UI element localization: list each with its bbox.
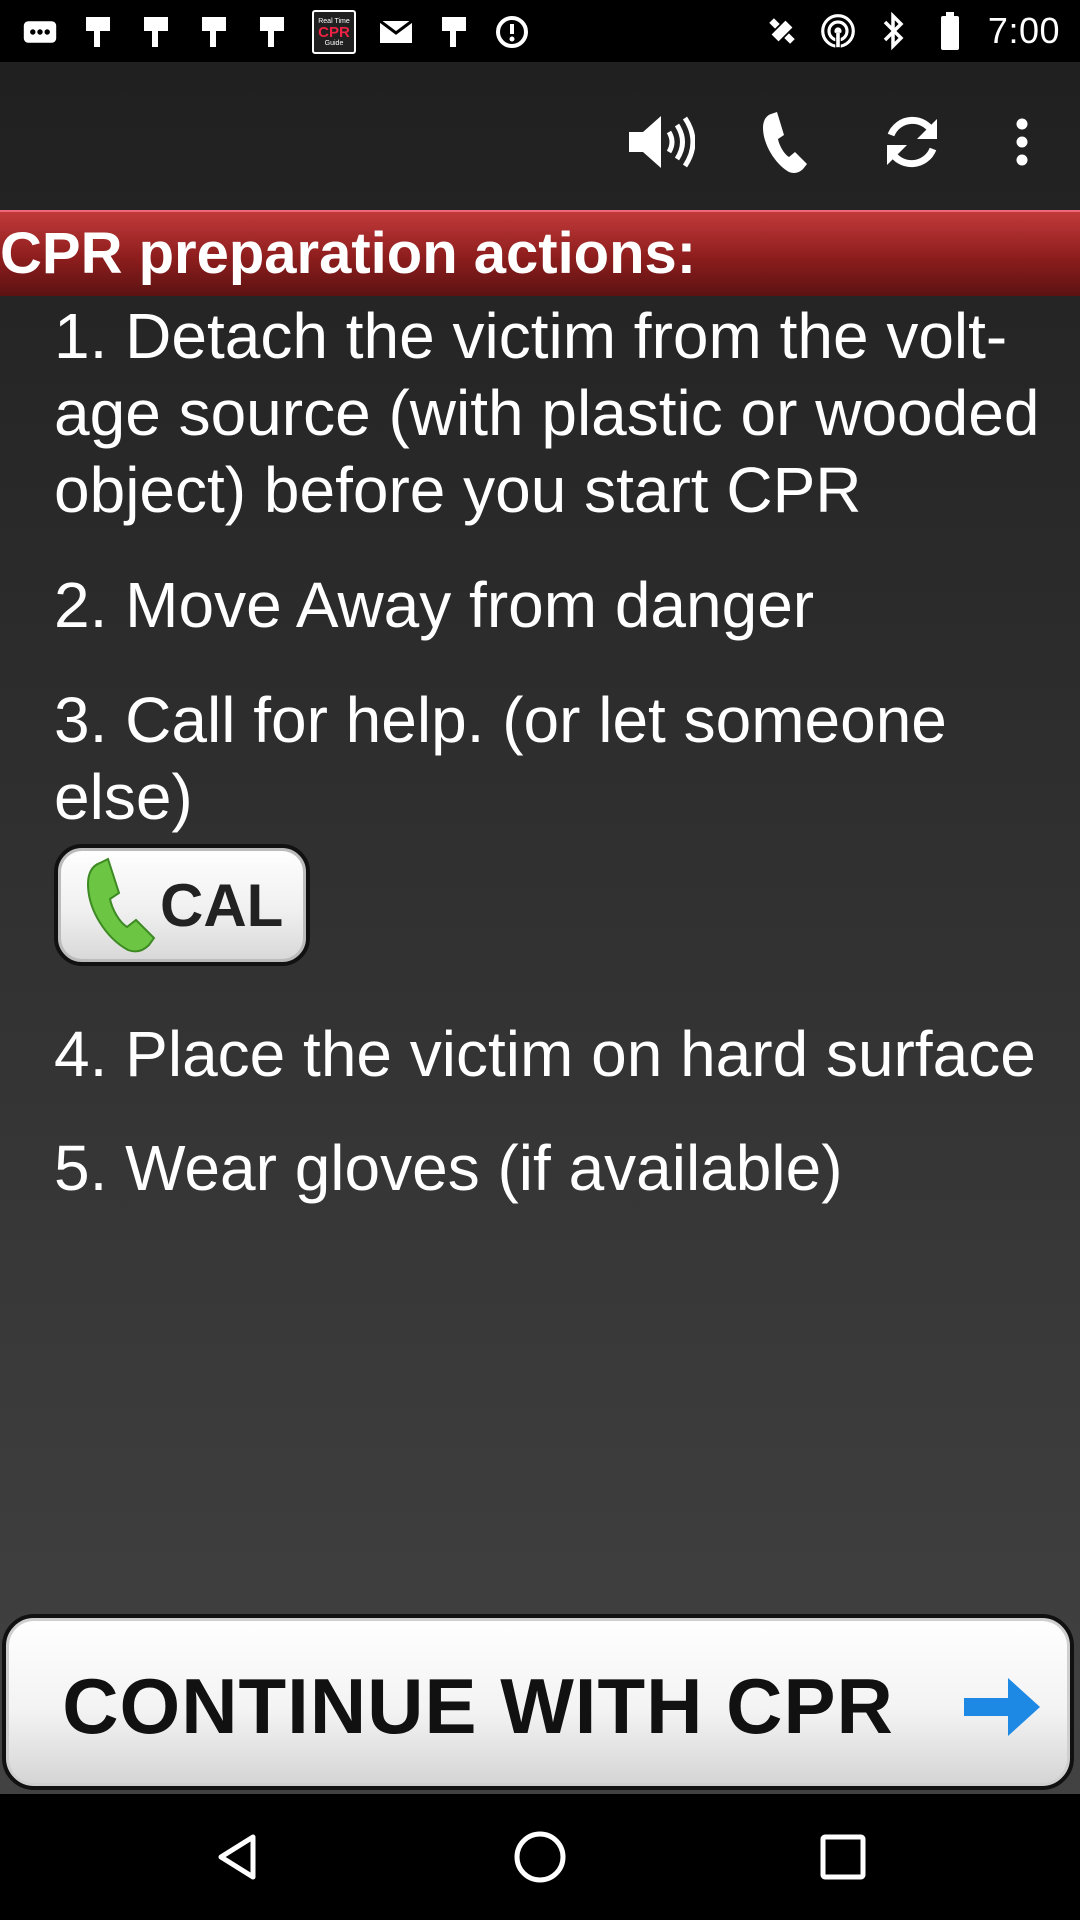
- step-3: 3. Call for help. (or let someone else): [54, 682, 947, 836]
- battery-icon: [932, 12, 968, 50]
- step-4-line-1: 4. Place the victim on hard surface: [54, 1018, 1036, 1090]
- cpr-app-icon-bottom: Guide: [324, 39, 344, 47]
- notification-icon: [80, 14, 116, 50]
- status-bar: Real Time CPR Guide 7:00: [0, 0, 1080, 62]
- green-phone-icon: [76, 855, 166, 955]
- sync-icon: [494, 14, 530, 50]
- call-button-label: CAL: [160, 871, 284, 939]
- page-title: CPR preparation actions:: [0, 221, 697, 286]
- step-1-line-2: age source (with plastic or wooded: [54, 377, 1040, 449]
- app-content: CPR preparation actions: 1. Detach the v…: [0, 62, 1080, 1794]
- step-5: 5. Wear gloves (if available): [54, 1130, 843, 1207]
- continue-button-label: CONTINUE WITH CPR: [62, 1662, 894, 1750]
- email-icon: [378, 14, 414, 50]
- step-3-line-2: else): [54, 761, 193, 833]
- home-icon: [514, 1831, 566, 1883]
- home-button[interactable]: [500, 1817, 580, 1897]
- step-1-line-3: object) before you start CPR: [54, 454, 862, 526]
- recents-button[interactable]: [803, 1817, 883, 1897]
- step-5-line-1: 5. Wear gloves (if available): [54, 1132, 843, 1204]
- notification-icon: [138, 14, 174, 50]
- notification-icon: [436, 14, 472, 50]
- clock: 7:00: [987, 10, 1060, 51]
- bluetooth-icon: [876, 11, 912, 51]
- call-button[interactable]: CAL: [54, 844, 310, 966]
- cpr-app-icon: Real Time CPR Guide: [312, 10, 356, 54]
- recents-icon: [820, 1834, 866, 1880]
- step-1: 1. Detach the victim from the volt- age …: [54, 298, 1039, 529]
- refresh-icon: [887, 116, 937, 168]
- continue-with-cpr-button[interactable]: CONTINUE WITH CPR: [2, 1614, 1074, 1790]
- notification-icon: [196, 14, 232, 50]
- more-options-button[interactable]: [982, 102, 1062, 182]
- step-3-line-1: 3. Call for help. (or let someone: [54, 684, 947, 756]
- hotspot-icon: [820, 13, 856, 49]
- phone-icon: [763, 112, 807, 173]
- message-icon: [22, 14, 58, 50]
- arrow-right-icon: [964, 1678, 1040, 1736]
- step-1-line-1: 1. Detach the victim from the volt-: [54, 300, 1008, 372]
- speaker-button[interactable]: [620, 102, 700, 182]
- status-left-icons: Real Time CPR Guide: [22, 10, 530, 54]
- navigation-bar: [0, 1794, 1080, 1920]
- more-options-icon: [1016, 118, 1028, 166]
- step-2-line-1: 2. Move Away from danger: [54, 569, 815, 641]
- phone-button[interactable]: [746, 102, 826, 182]
- refresh-button[interactable]: [872, 102, 952, 182]
- toolbar: [0, 62, 1080, 210]
- status-right-icons: 7:00: [764, 8, 1060, 54]
- step-2: 2. Move Away from danger: [54, 567, 814, 644]
- back-icon: [218, 1834, 256, 1880]
- notification-icon: [254, 14, 290, 50]
- back-button[interactable]: [198, 1817, 278, 1897]
- step-4: 4. Place the victim on hard surface: [54, 1016, 1036, 1093]
- location-icon: [764, 13, 800, 49]
- cpr-app-icon-main: CPR: [318, 23, 350, 41]
- speaker-icon: [629, 116, 695, 168]
- section-header: CPR preparation actions:: [0, 210, 1080, 296]
